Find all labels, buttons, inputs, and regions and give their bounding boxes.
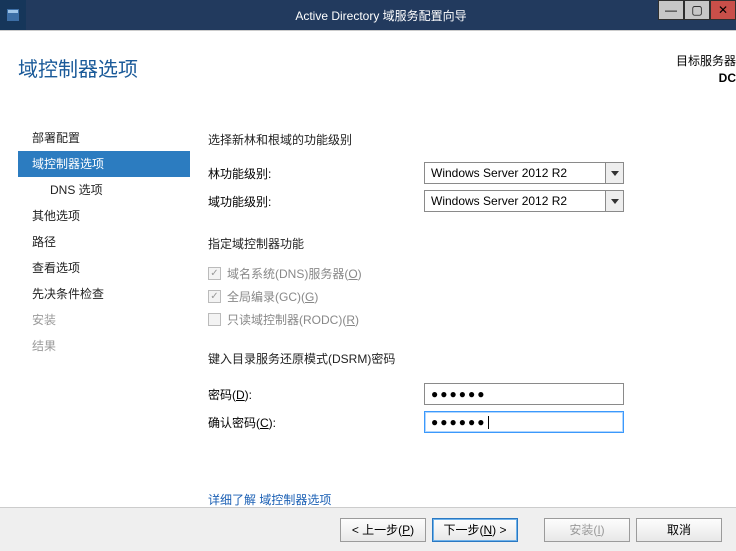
sidebar-item-review[interactable]: 查看选项 <box>18 255 190 281</box>
sidebar-item-results: 结果 <box>18 333 190 359</box>
sidebar-item-paths[interactable]: 路径 <box>18 229 190 255</box>
forest-level-select[interactable]: Windows Server 2012 R2 <box>424 162 624 184</box>
text-caret <box>488 416 489 429</box>
minimize-button[interactable]: — <box>658 0 684 20</box>
target-server-label: 目标服务器 DC <box>676 53 736 87</box>
sidebar-item-dns-options[interactable]: DNS 选项 <box>18 177 190 203</box>
dns-checkbox-label: 域名系统(DNS)服务器(O) <box>227 265 362 282</box>
domain-level-select[interactable]: Windows Server 2012 R2 <box>424 190 624 212</box>
confirm-password-label: 确认密码(C): <box>208 414 424 431</box>
gc-checkbox-label: 全局编录(GC)(G) <box>227 288 318 305</box>
forest-level-value: Windows Server 2012 R2 <box>431 166 567 180</box>
page-title: 域控制器选项 <box>18 53 138 82</box>
content-area: 域控制器选项 目标服务器 DC 部署配置 域控制器选项 DNS 选项 其他选项 … <box>0 30 736 507</box>
dns-checkbox: ✓ <box>208 267 221 280</box>
domain-level-label: 域功能级别: <box>208 193 424 210</box>
gc-checkbox: ✓ <box>208 290 221 303</box>
sidebar-item-prereq[interactable]: 先决条件检查 <box>18 281 190 307</box>
sidebar-item-dc-options[interactable]: 域控制器选项 <box>18 151 190 177</box>
chevron-down-icon[interactable] <box>605 191 623 211</box>
password-label: 密码(D): <box>208 386 424 403</box>
forest-level-label: 林功能级别: <box>208 165 424 182</box>
window-controls: — ▢ ✕ <box>658 0 736 20</box>
section-functional-level: 选择新林和根域的功能级别 <box>208 131 352 148</box>
maximize-button[interactable]: ▢ <box>684 0 710 20</box>
learn-more-link[interactable]: 详细了解 域控制器选项 <box>208 493 331 507</box>
install-button: 安装(I) <box>544 518 630 542</box>
section-dc-capabilities: 指定域控制器功能 <box>208 235 304 252</box>
app-icon <box>0 0 26 30</box>
target-server-caption: 目标服务器 <box>676 54 736 68</box>
target-server-value: DC <box>719 71 736 85</box>
next-button[interactable]: 下一步(N) > <box>432 518 518 542</box>
previous-button[interactable]: < 上一步(P) <box>340 518 426 542</box>
rodc-checkbox-row: 只读域控制器(RODC)(R) <box>208 311 724 328</box>
gc-checkbox-row: ✓ 全局编录(GC)(G) <box>208 288 724 305</box>
sidebar-item-additional[interactable]: 其他选项 <box>18 203 190 229</box>
password-input[interactable]: ●●●●●● <box>424 383 624 405</box>
rodc-checkbox-label: 只读域控制器(RODC)(R) <box>227 311 359 328</box>
title-bar: Active Directory 域服务配置向导 — ▢ ✕ <box>0 0 736 30</box>
cancel-button[interactable]: 取消 <box>636 518 722 542</box>
rodc-checkbox <box>208 313 221 326</box>
main-panel: 选择新林和根域的功能级别 林功能级别: Windows Server 2012 … <box>208 127 724 438</box>
window-title: Active Directory 域服务配置向导 <box>26 7 736 24</box>
section-dsrm: 键入目录服务还原模式(DSRM)密码 <box>208 350 395 367</box>
chevron-down-icon[interactable] <box>605 163 623 183</box>
close-button[interactable]: ✕ <box>710 0 736 20</box>
dns-checkbox-row: ✓ 域名系统(DNS)服务器(O) <box>208 265 724 282</box>
sidebar-item-install: 安装 <box>18 307 190 333</box>
wizard-sidebar: 部署配置 域控制器选项 DNS 选项 其他选项 路径 查看选项 先决条件检查 安… <box>18 125 190 359</box>
wizard-footer: < 上一步(P) 下一步(N) > 安装(I) 取消 <box>0 507 736 551</box>
sidebar-item-deploy[interactable]: 部署配置 <box>18 125 190 151</box>
domain-level-value: Windows Server 2012 R2 <box>431 194 567 208</box>
confirm-password-input[interactable]: ●●●●●● <box>424 411 624 433</box>
